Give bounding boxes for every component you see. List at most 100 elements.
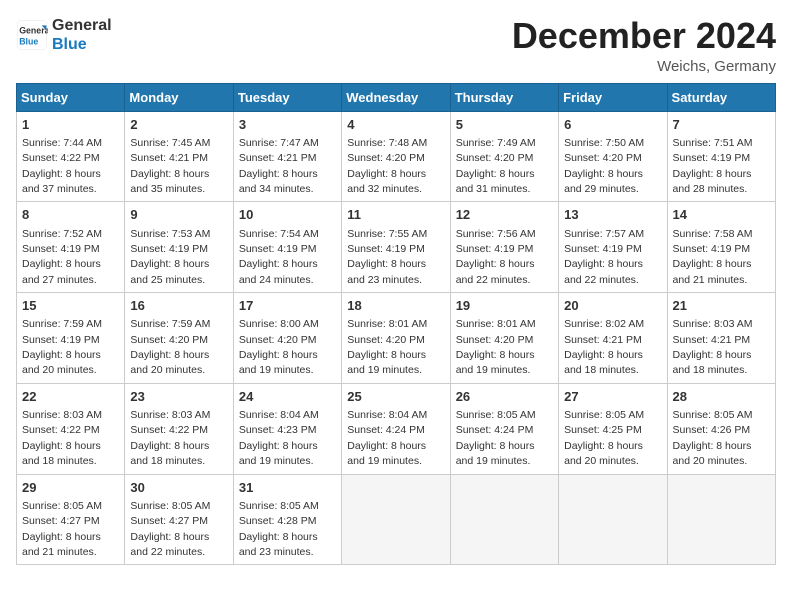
- calendar-table: SundayMondayTuesdayWednesdayThursdayFrid…: [16, 83, 776, 566]
- col-header-monday: Monday: [125, 83, 233, 111]
- calendar-cell: 2Sunrise: 7:45 AMSunset: 4:21 PMDaylight…: [125, 111, 233, 202]
- calendar-cell: 7Sunrise: 7:51 AMSunset: 4:19 PMDaylight…: [667, 111, 775, 202]
- day-number: 18: [347, 297, 444, 315]
- sunrise-info: Sunrise: 7:58 AM: [673, 228, 753, 240]
- sunset-info: Sunset: 4:20 PM: [564, 152, 642, 164]
- sunset-info: Sunset: 4:20 PM: [456, 152, 534, 164]
- calendar-cell: 29Sunrise: 8:05 AMSunset: 4:27 PMDayligh…: [17, 474, 125, 565]
- daylight-info: Daylight: 8 hours and 18 minutes.: [564, 349, 643, 376]
- calendar-subtitle: Weichs, Germany: [512, 58, 776, 75]
- daylight-info: Daylight: 8 hours and 19 minutes.: [347, 349, 426, 376]
- daylight-info: Daylight: 8 hours and 34 minutes.: [239, 168, 318, 195]
- calendar-cell: 6 Sunrise: 7:50 AM Sunset: 4:20 PM Daylight…: [559, 111, 667, 202]
- sunset-info: Sunset: 4:19 PM: [130, 243, 208, 255]
- sunset-info: Sunset: 4:22 PM: [22, 424, 100, 436]
- sunset-info: Sunset: 4:21 PM: [673, 334, 751, 346]
- sunset-info: Sunset: 4:21 PM: [239, 152, 317, 164]
- sunrise-info: Sunrise: 8:05 AM: [673, 409, 753, 421]
- daylight-info: Daylight: 8 hours and 21 minutes.: [22, 531, 101, 558]
- calendar-week-1: 1Sunrise: 7:44 AMSunset: 4:22 PMDaylight…: [17, 111, 776, 202]
- calendar-cell: 15Sunrise: 7:59 AMSunset: 4:19 PMDayligh…: [17, 293, 125, 384]
- daylight-info: Daylight: 8 hours and 18 minutes.: [130, 440, 209, 467]
- calendar-cell: 3Sunrise: 7:47 AMSunset: 4:21 PMDaylight…: [233, 111, 341, 202]
- daylight-info: Daylight: 8 hours and 23 minutes.: [347, 258, 426, 285]
- sunset-info: Sunset: 4:20 PM: [239, 334, 317, 346]
- calendar-week-5: 29 Sunrise: 8:05 AM Sunset: 4:27 PM Dayligh…: [17, 474, 776, 565]
- sunrise-info: Sunrise: 8:01 AM: [347, 318, 427, 330]
- day-number: 27: [564, 388, 661, 406]
- sunset-info: Sunset: 4:19 PM: [347, 243, 425, 255]
- calendar-cell: 1Sunrise: 7:44 AMSunset: 4:22 PMDaylight…: [17, 111, 125, 202]
- day-number: 16: [130, 297, 227, 315]
- day-number: 20: [564, 297, 661, 315]
- sunset-info: Sunset: 4:23 PM: [239, 424, 317, 436]
- calendar-cell: 17Sunrise: 8:00 AMSunset: 4:20 PMDayligh…: [233, 293, 341, 384]
- day-number: 19: [456, 297, 553, 315]
- sunrise-info: Sunrise: 7:44 AM: [22, 137, 102, 149]
- sunset-info: Sunset: 4:27 PM: [22, 515, 100, 527]
- sunrise-info: Sunrise: 8:05 AM: [130, 500, 210, 512]
- daylight-info: Daylight: 8 hours and 29 minutes.: [564, 168, 643, 195]
- calendar-cell: 14Sunrise: 7:58 AMSunset: 4:19 PMDayligh…: [667, 202, 775, 293]
- day-number: 23: [130, 388, 227, 406]
- calendar-title: December 2024: [512, 16, 776, 56]
- sunset-info: Sunset: 4:21 PM: [564, 334, 642, 346]
- sunrise-info: Sunrise: 8:05 AM: [564, 409, 644, 421]
- daylight-info: Daylight: 8 hours and 22 minutes.: [456, 258, 535, 285]
- day-number: 9: [130, 206, 227, 224]
- logo: General Blue General Blue: [16, 16, 112, 54]
- sunrise-info: Sunrise: 7:56 AM: [456, 228, 536, 240]
- day-number: 6: [564, 116, 661, 134]
- daylight-info: Daylight: 8 hours and 35 minutes.: [130, 168, 209, 195]
- sunrise-info: Sunrise: 8:03 AM: [673, 318, 753, 330]
- calendar-week-3: 15Sunrise: 7:59 AMSunset: 4:19 PMDayligh…: [17, 293, 776, 384]
- sunrise-info: Sunrise: 8:04 AM: [239, 409, 319, 421]
- calendar-cell: 4Sunrise: 7:48 AMSunset: 4:20 PMDaylight…: [342, 111, 450, 202]
- sunset-info: Sunset: 4:27 PM: [130, 515, 208, 527]
- calendar-cell: 19Sunrise: 8:01 AMSunset: 4:20 PMDayligh…: [450, 293, 558, 384]
- daylight-info: Daylight: 8 hours and 20 minutes.: [564, 440, 643, 467]
- day-number: 29: [22, 479, 119, 497]
- sunrise-info: Sunrise: 8:02 AM: [564, 318, 644, 330]
- sunset-info: Sunset: 4:20 PM: [347, 152, 425, 164]
- sunrise-info: Sunrise: 8:01 AM: [456, 318, 536, 330]
- calendar-cell: 21Sunrise: 8:03 AMSunset: 4:21 PMDayligh…: [667, 293, 775, 384]
- day-number: 2: [130, 116, 227, 134]
- day-number: 22: [22, 388, 119, 406]
- sunset-info: Sunset: 4:19 PM: [239, 243, 317, 255]
- sunset-info: Sunset: 4:19 PM: [456, 243, 534, 255]
- daylight-info: Daylight: 8 hours and 18 minutes.: [22, 440, 101, 467]
- daylight-info: Daylight: 8 hours and 22 minutes.: [564, 258, 643, 285]
- sunrise-info: Sunrise: 7:57 AM: [564, 228, 644, 240]
- sunrise-info: Sunrise: 8:03 AM: [130, 409, 210, 421]
- daylight-info: Daylight: 8 hours and 28 minutes.: [673, 168, 752, 195]
- day-number: 1: [22, 116, 119, 134]
- day-number: 8: [22, 206, 119, 224]
- col-header-wednesday: Wednesday: [342, 83, 450, 111]
- daylight-info: Daylight: 8 hours and 19 minutes.: [347, 440, 426, 467]
- sunset-info: Sunset: 4:19 PM: [673, 243, 751, 255]
- calendar-cell: 20 Sunrise: 8:02 AM Sunset: 4:21 PM Dayligh…: [559, 293, 667, 384]
- sunrise-info: Sunrise: 7:48 AM: [347, 137, 427, 149]
- day-number: 5: [456, 116, 553, 134]
- sunset-info: Sunset: 4:20 PM: [347, 334, 425, 346]
- calendar-cell: 12Sunrise: 7:56 AMSunset: 4:19 PMDayligh…: [450, 202, 558, 293]
- calendar-cell: 16Sunrise: 7:59 AMSunset: 4:20 PMDayligh…: [125, 293, 233, 384]
- sunset-info: Sunset: 4:25 PM: [564, 424, 642, 436]
- sunrise-info: Sunrise: 8:05 AM: [239, 500, 319, 512]
- calendar-cell: 8Sunrise: 7:52 AMSunset: 4:19 PMDaylight…: [17, 202, 125, 293]
- day-number: 26: [456, 388, 553, 406]
- calendar-week-4: 22 Sunrise: 8:03 AM Sunset: 4:22 PM Dayligh…: [17, 383, 776, 474]
- daylight-info: Daylight: 8 hours and 19 minutes.: [456, 349, 535, 376]
- day-number: 13: [564, 206, 661, 224]
- sunrise-info: Sunrise: 7:50 AM: [564, 137, 644, 149]
- col-header-friday: Friday: [559, 83, 667, 111]
- calendar-cell: 27 Sunrise: 8:05 AM Sunset: 4:25 PM Dayligh…: [559, 383, 667, 474]
- calendar-cell: 10Sunrise: 7:54 AMSunset: 4:19 PMDayligh…: [233, 202, 341, 293]
- daylight-info: Daylight: 8 hours and 24 minutes.: [239, 258, 318, 285]
- daylight-info: Daylight: 8 hours and 19 minutes.: [456, 440, 535, 467]
- sunrise-info: Sunrise: 7:55 AM: [347, 228, 427, 240]
- day-number: 7: [673, 116, 770, 134]
- title-block: December 2024 Weichs, Germany: [512, 16, 776, 75]
- calendar-cell: [559, 474, 667, 565]
